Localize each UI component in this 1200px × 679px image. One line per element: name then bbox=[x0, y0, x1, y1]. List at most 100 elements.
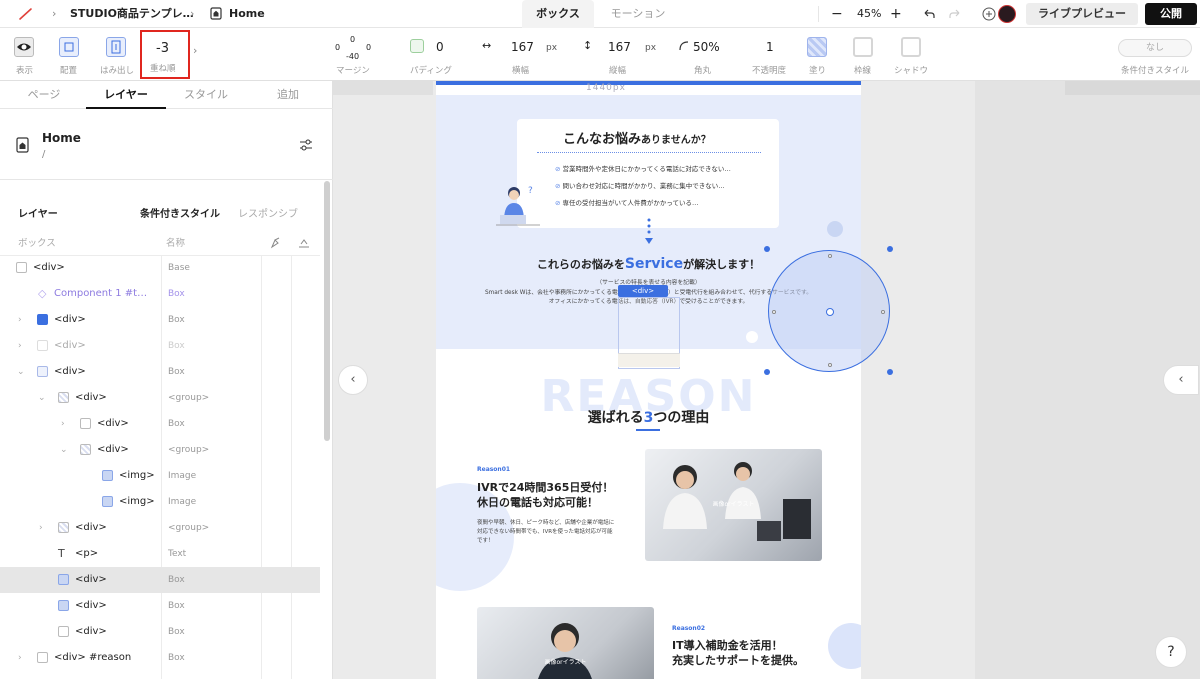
zindex-value[interactable]: -3 bbox=[156, 41, 169, 56]
chevron-right-icon[interactable]: › bbox=[39, 515, 43, 541]
live-preview-button[interactable]: ライブプレビュー bbox=[1026, 3, 1138, 25]
collapse-right-button[interactable]: ‹ bbox=[1163, 365, 1199, 395]
conditional-style-label: 条件付きスタイル bbox=[1121, 66, 1190, 76]
layer-row[interactable]: ◇ Component 1 #t… Box bbox=[0, 281, 320, 307]
chevron-down-icon[interactable]: ⌄ bbox=[38, 385, 46, 411]
visibility-label: 表示 bbox=[16, 66, 34, 76]
canvas[interactable]: ‹ ‹ 1440px こんなお悩みありませんか？ ⊘ 営業時間外や定休日にかかっ… bbox=[333, 81, 1200, 679]
breadcrumb-page[interactable]: Home bbox=[229, 0, 265, 28]
overflow-control[interactable]: はみ出し bbox=[98, 28, 134, 81]
layer-row[interactable]: T <p> Text bbox=[0, 541, 320, 567]
component-icon[interactable] bbox=[298, 234, 310, 248]
center-handle[interactable] bbox=[826, 308, 834, 316]
undo-icon[interactable] bbox=[922, 0, 938, 28]
margin-control[interactable]: 0 0 0 -40 マージン bbox=[330, 28, 380, 81]
layers-section-title: レイヤー bbox=[18, 209, 58, 220]
width-unit[interactable]: px bbox=[546, 43, 557, 53]
layer-row[interactable]: › <div> Box bbox=[0, 333, 320, 359]
conditional-style-select[interactable]: なし bbox=[1118, 39, 1192, 57]
layer-row[interactable]: › <div> Box bbox=[0, 307, 320, 333]
reason02-image[interactable]: 画像orイラスト bbox=[477, 607, 654, 679]
radius-control[interactable]: 50% 角丸 bbox=[678, 28, 728, 81]
layers-scrollbar[interactable] bbox=[324, 181, 330, 441]
avatar[interactable] bbox=[998, 5, 1016, 23]
chevron-right-icon[interactable]: › bbox=[61, 411, 65, 437]
subtab-responsive[interactable]: レスポンシブ bbox=[238, 205, 298, 220]
add-member-icon[interactable] bbox=[982, 0, 996, 28]
layer-row[interactable]: <div> Box bbox=[0, 593, 320, 619]
chevron-down-icon[interactable]: ⌄ bbox=[17, 359, 25, 385]
radius-value[interactable]: 50% bbox=[693, 40, 720, 54]
opacity-value[interactable]: 1 bbox=[766, 40, 774, 54]
pen-tool-icon[interactable] bbox=[270, 234, 282, 249]
tab-motion[interactable]: モーション bbox=[596, 0, 680, 28]
height-value[interactable]: 167 bbox=[608, 40, 631, 54]
page-settings-sliders-icon[interactable] bbox=[298, 137, 314, 153]
margin-top[interactable]: 0 bbox=[350, 35, 355, 44]
tab-add[interactable]: 追加 bbox=[248, 81, 328, 109]
image-icon bbox=[102, 496, 113, 507]
conditional-style-control[interactable]: なし 条件付きスタイル bbox=[1115, 28, 1195, 81]
layer-row-selected[interactable]: <div> Box bbox=[0, 567, 320, 593]
margin-right[interactable]: 0 bbox=[366, 43, 371, 52]
layer-row[interactable]: <div> Base bbox=[0, 255, 320, 281]
layer-row[interactable]: <img> Image bbox=[0, 463, 320, 489]
worry-card[interactable]: こんなお悩みありませんか？ ⊘ 営業時間外や定休日にかかってくる電話に対応できな… bbox=[517, 119, 779, 228]
margin-bottom[interactable]: -40 bbox=[346, 52, 359, 61]
layer-row[interactable]: › <div> <group> bbox=[0, 515, 320, 541]
padding-control[interactable]: 0 パディング bbox=[408, 28, 454, 81]
page-frame[interactable]: 1440px こんなお悩みありませんか？ ⊘ 営業時間外や定休日にかかってくる電… bbox=[436, 81, 861, 679]
redo-icon[interactable] bbox=[948, 0, 964, 28]
breadcrumb-project[interactable]: STUDIO商品テンプレ… bbox=[70, 0, 194, 28]
layer-row[interactable]: <img> Image bbox=[0, 489, 320, 515]
shadow-control[interactable]: シャドウ bbox=[893, 28, 933, 81]
tab-pages[interactable]: ページ bbox=[4, 81, 84, 109]
opacity-control[interactable]: 1 不透明度 bbox=[750, 28, 790, 81]
edge-handle[interactable] bbox=[881, 310, 885, 314]
chevron-right-icon[interactable]: › bbox=[18, 645, 22, 671]
height-unit[interactable]: px bbox=[645, 43, 656, 53]
height-control[interactable]: ↕ 167 px 縦幅 bbox=[580, 28, 660, 81]
tab-styles[interactable]: スタイル bbox=[166, 81, 246, 109]
zoom-in-button[interactable]: + bbox=[890, 0, 902, 28]
position-icon bbox=[59, 37, 79, 57]
edge-handle[interactable] bbox=[772, 310, 776, 314]
studio-logo-icon[interactable] bbox=[16, 0, 34, 28]
width-value[interactable]: 167 bbox=[511, 40, 534, 54]
layer-row[interactable]: ⌄ <div> <group> bbox=[0, 385, 320, 411]
publish-button[interactable]: 公開 bbox=[1145, 3, 1197, 25]
layer-row[interactable]: › <div> Box bbox=[0, 411, 320, 437]
margin-left[interactable]: 0 bbox=[335, 43, 340, 52]
subtab-conditional-style[interactable]: 条件付きスタイル bbox=[140, 205, 220, 220]
chevron-right-icon[interactable]: › bbox=[18, 307, 22, 333]
visibility-control[interactable]: 表示 bbox=[10, 28, 40, 81]
width-control[interactable]: ↔ 167 px 横幅 bbox=[480, 28, 560, 81]
edge-handle[interactable] bbox=[828, 363, 832, 367]
layer-row[interactable]: <div> Box bbox=[0, 619, 320, 645]
resize-handle[interactable] bbox=[764, 246, 770, 252]
checkbox-icon[interactable] bbox=[16, 262, 27, 273]
border-control[interactable]: 枠線 bbox=[851, 28, 875, 81]
tab-layers[interactable]: レイヤー bbox=[86, 81, 166, 109]
tab-box[interactable]: ボックス bbox=[522, 0, 594, 28]
reason01-image[interactable]: 画像orイラスト bbox=[645, 449, 822, 561]
zoom-out-button[interactable]: − bbox=[831, 0, 843, 28]
zoom-level[interactable]: 45% bbox=[857, 0, 881, 28]
resize-handle[interactable] bbox=[764, 369, 770, 375]
chevron-right-icon[interactable]: › bbox=[18, 333, 22, 359]
chevron-down-icon[interactable]: ⌄ bbox=[60, 437, 68, 463]
layer-row[interactable]: ⌄ <div> Box bbox=[0, 359, 320, 385]
help-button[interactable]: ? bbox=[1155, 636, 1187, 668]
collapse-left-button[interactable]: ‹ bbox=[338, 365, 368, 395]
resize-handle[interactable] bbox=[887, 369, 893, 375]
small-placeholder-box[interactable] bbox=[618, 353, 680, 367]
position-control[interactable]: 配置 bbox=[55, 28, 85, 81]
layer-row[interactable]: ⌄ <div> <group> bbox=[0, 437, 320, 463]
layer-row[interactable]: › <div> #reason Box bbox=[0, 645, 320, 671]
toolbar-chevron-icon[interactable]: › bbox=[193, 28, 201, 81]
padding-value[interactable]: 0 bbox=[436, 40, 444, 54]
fill-control[interactable]: 塗り bbox=[805, 28, 829, 81]
resize-handle[interactable] bbox=[887, 246, 893, 252]
edge-handle[interactable] bbox=[828, 254, 832, 258]
zindex-control[interactable]: -3 重ね順 bbox=[140, 30, 190, 79]
